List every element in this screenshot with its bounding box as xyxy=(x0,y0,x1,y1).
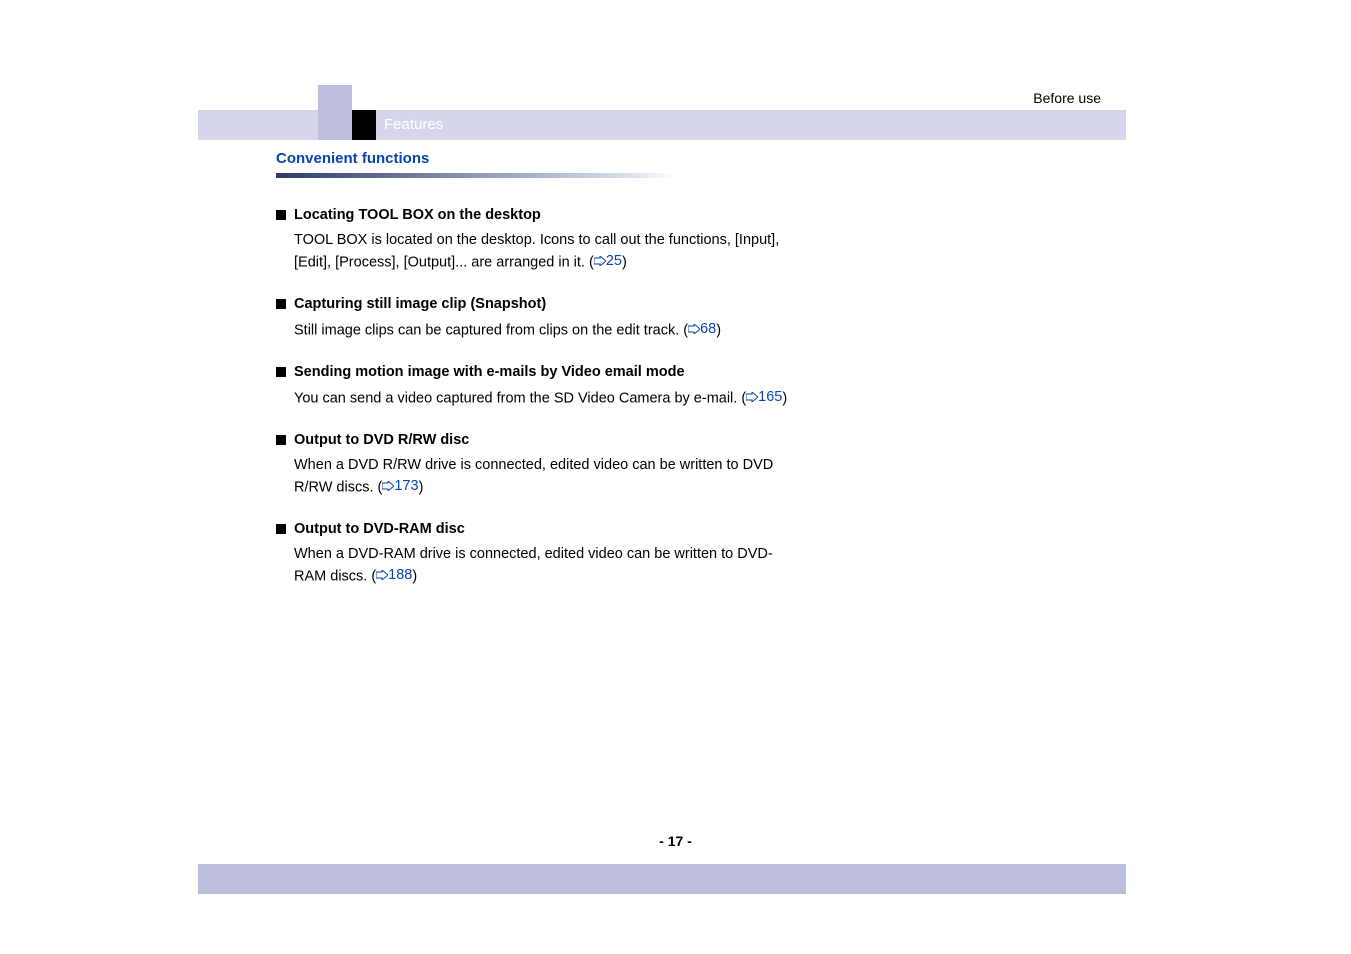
list-item: Output to DVD R/RW disc When a DVD R/RW … xyxy=(276,431,836,498)
body-text-pre: When a DVD R/RW drive is connected, edit… xyxy=(294,457,773,496)
link-number: 188 xyxy=(388,565,412,586)
tab-bar: Features xyxy=(198,110,1126,140)
list-item: Locating TOOL BOX on the desktop TOOL BO… xyxy=(276,206,836,273)
body-text-post: ) xyxy=(622,254,627,270)
arrow-icon xyxy=(746,392,758,402)
item-title: Output to DVD R/RW disc xyxy=(294,431,469,451)
tab-label: Features xyxy=(384,116,443,133)
body-text-post: ) xyxy=(419,479,424,495)
item-heading: Sending motion image with e-mails by Vid… xyxy=(276,363,796,383)
link-number: 173 xyxy=(394,476,418,497)
body-text-pre: You can send a video captured from the S… xyxy=(294,390,746,406)
page-link[interactable]: 188 xyxy=(376,565,412,586)
item-body: You can send a video captured from the S… xyxy=(294,387,796,410)
footer-bar xyxy=(198,864,1126,894)
item-heading: Capturing still image clip (Snapshot) xyxy=(276,295,796,315)
item-heading: Output to DVD-RAM disc xyxy=(276,520,796,540)
link-number: 68 xyxy=(700,319,716,340)
page-link[interactable]: 173 xyxy=(382,476,418,497)
item-body: When a DVD R/RW drive is connected, edit… xyxy=(294,455,796,499)
item-title: Sending motion image with e-mails by Vid… xyxy=(294,363,685,383)
arrow-icon xyxy=(688,324,700,334)
item-title: Capturing still image clip (Snapshot) xyxy=(294,295,546,315)
chapter-label: Before use xyxy=(1033,90,1101,106)
item-title: Output to DVD-RAM disc xyxy=(294,520,465,540)
section-underline xyxy=(276,173,676,178)
item-body: When a DVD-RAM drive is connected, edite… xyxy=(294,544,796,588)
body-text-pre: TOOL BOX is located on the desktop. Icon… xyxy=(294,232,779,271)
item-heading: Locating TOOL BOX on the desktop xyxy=(276,206,796,226)
tab-accent-dark xyxy=(352,110,376,140)
content-column: Convenient functions Locating TOOL BOX o… xyxy=(276,150,836,587)
list-item: Capturing still image clip (Snapshot) St… xyxy=(276,295,836,341)
link-number: 25 xyxy=(606,251,622,272)
bullet-icon xyxy=(276,524,286,534)
bullet-icon xyxy=(276,210,286,220)
page-root: Before use Features Convenient functions… xyxy=(0,0,1351,954)
page-link[interactable]: 165 xyxy=(746,387,782,408)
page-number: - 17 - xyxy=(0,833,1351,849)
arrow-icon xyxy=(594,256,606,266)
section-title: Convenient functions xyxy=(276,150,836,167)
arrow-icon xyxy=(382,481,394,491)
body-text-post: ) xyxy=(782,390,787,406)
link-number: 165 xyxy=(758,387,782,408)
page-link[interactable]: 68 xyxy=(688,319,716,340)
arrow-icon xyxy=(376,570,388,580)
body-text-post: ) xyxy=(412,568,417,584)
body-text-pre: When a DVD-RAM drive is connected, edite… xyxy=(294,546,773,585)
bullet-icon xyxy=(276,367,286,377)
tab-accent-light xyxy=(318,85,352,140)
list-item: Sending motion image with e-mails by Vid… xyxy=(276,363,836,409)
item-title: Locating TOOL BOX on the desktop xyxy=(294,206,541,226)
page-link[interactable]: 25 xyxy=(594,251,622,272)
item-heading: Output to DVD R/RW disc xyxy=(276,431,796,451)
bullet-icon xyxy=(276,299,286,309)
list-item: Output to DVD-RAM disc When a DVD-RAM dr… xyxy=(276,520,836,587)
bullet-icon xyxy=(276,435,286,445)
item-body: TOOL BOX is located on the desktop. Icon… xyxy=(294,230,796,274)
item-body: Still image clips can be captured from c… xyxy=(294,319,796,342)
body-text-pre: Still image clips can be captured from c… xyxy=(294,322,688,338)
body-text-post: ) xyxy=(716,322,721,338)
